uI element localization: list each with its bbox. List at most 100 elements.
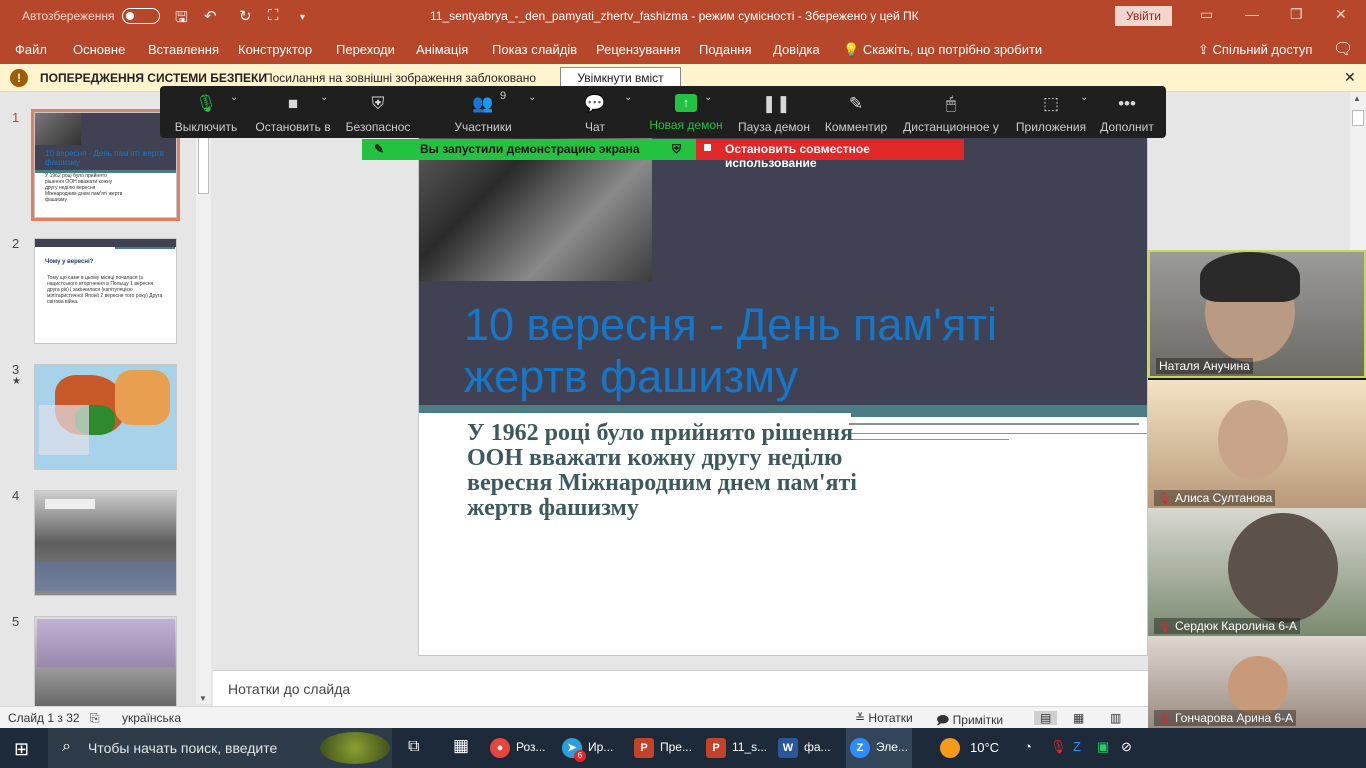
new-share-button[interactable]: ↑ Новая демон ⌄ bbox=[648, 86, 724, 138]
language-label[interactable]: українська bbox=[122, 711, 181, 725]
video-tile[interactable]: Наталя Анучина bbox=[1148, 250, 1366, 378]
tab-design[interactable]: Конструктор bbox=[238, 42, 312, 57]
chevron-down-icon[interactable]: ⌄ bbox=[624, 92, 632, 103]
slide-thumbnail-3[interactable] bbox=[34, 364, 177, 470]
participant-name-row: 🎙 Сердюк Каролина 6-А bbox=[1154, 618, 1301, 634]
network-tray-icon[interactable]: ◔ bbox=[1024, 739, 1032, 754]
tab-file[interactable]: Файл bbox=[15, 42, 47, 57]
windows-start-icon[interactable]: ⊞ bbox=[14, 739, 29, 760]
mute-button[interactable]: 🎙 Выключить ⌄ bbox=[170, 86, 242, 138]
tab-help[interactable]: Довідка bbox=[773, 42, 820, 57]
calculator-icon[interactable]: ▦ bbox=[453, 736, 469, 756]
slide-thumbnail-4[interactable] bbox=[34, 490, 177, 596]
tab-review[interactable]: Рецензування bbox=[596, 42, 681, 57]
slide-number: 3 bbox=[12, 362, 20, 377]
taskbar-app-zoom[interactable]: Z Эле... bbox=[846, 728, 912, 768]
microphone-tray-icon[interactable]: 🎙 bbox=[1050, 739, 1067, 755]
sign-in-button[interactable]: Увійти bbox=[1115, 6, 1172, 26]
slide-scrollbar[interactable]: ▲ bbox=[1350, 92, 1366, 250]
save-icon[interactable]: 🖫 bbox=[175, 7, 188, 32]
participant-name: Сердюк Каролина 6-А bbox=[1174, 619, 1298, 633]
notes-toggle[interactable]: ≚ Нотатки bbox=[855, 711, 913, 725]
taskbar-app-powerpoint-doc[interactable]: P 11_s... bbox=[706, 728, 772, 768]
title-bar: Автозбереження 🖫 ↶ ↻ ⛶ ▾ 11_sentyabrya_-… bbox=[0, 0, 1366, 34]
sorter-view-icon[interactable]: ▦ bbox=[1073, 711, 1084, 725]
app-tray-icon[interactable]: ▣ bbox=[1097, 739, 1109, 755]
tray-app-icon[interactable]: ⊘ bbox=[1121, 739, 1132, 755]
share-button[interactable]: ⇪ Спільний доступ bbox=[1198, 42, 1312, 58]
weather-icon[interactable] bbox=[940, 738, 960, 758]
tell-me-box[interactable]: 💡 Скажіть, що потрібно зробити bbox=[843, 42, 1042, 58]
stop-share-button[interactable]: Остановить совместное использование bbox=[696, 139, 964, 170]
microphone-icon: 🎙 bbox=[195, 94, 217, 113]
word-icon: W bbox=[778, 738, 798, 758]
chevron-down-icon[interactable]: ⌄ bbox=[1080, 92, 1088, 103]
participant-video bbox=[1228, 656, 1288, 716]
taskbar-app-word[interactable]: W фа... bbox=[778, 728, 840, 768]
slide-title[interactable]: 10 вересня - День пам'яті жертв фашизму bbox=[464, 299, 1114, 403]
slide-thumbnail-1[interactable]: 10 вересня - День пам'яті жертв фашизму … bbox=[31, 109, 180, 221]
undo-icon[interactable]: ↶ bbox=[204, 7, 217, 25]
chevron-down-icon[interactable]: ⌄ bbox=[230, 92, 238, 103]
annotate-button[interactable]: ✎ Комментир bbox=[823, 86, 889, 138]
pause-share-button[interactable]: ❚❚ Пауза демон bbox=[736, 86, 812, 138]
spellcheck-icon[interactable]: ⎘ bbox=[90, 711, 100, 726]
security-button[interactable]: ⛨ Безопаснос bbox=[343, 86, 413, 138]
share-icon: ⇪ bbox=[1198, 42, 1209, 57]
close-icon[interactable]: ✕ bbox=[1335, 6, 1347, 23]
redo-icon[interactable]: ↻ bbox=[239, 7, 252, 25]
taskbar-app-telegram[interactable]: ➤ 6 Ир... bbox=[562, 728, 628, 768]
comment-icon[interactable]: 🗨 bbox=[1333, 39, 1353, 59]
stop-video-button[interactable]: ■ Остановить в ⌄ bbox=[254, 86, 332, 138]
taskbar-app-label: Ир... bbox=[588, 740, 614, 754]
notes-toggle-label: Нотатки bbox=[868, 711, 913, 725]
tab-slideshow[interactable]: Показ слайдів bbox=[492, 42, 577, 57]
chat-button[interactable]: 💬 Чат ⌄ bbox=[578, 86, 632, 138]
thumbnail-scrollbar[interactable]: ▼ bbox=[196, 92, 211, 704]
scrollbar-thumb[interactable] bbox=[1352, 110, 1364, 126]
chevron-down-icon[interactable]: ⌄ bbox=[528, 92, 536, 103]
ribbon-display-icon[interactable]: ▭ bbox=[1200, 6, 1213, 23]
zoom-tray-icon[interactable]: Z bbox=[1073, 739, 1081, 754]
video-tile[interactable]: 🎙 Сердюк Каролина 6-А bbox=[1148, 508, 1366, 636]
taskbar-app-chrome[interactable]: ● Роз... bbox=[490, 728, 556, 768]
remote-control-button[interactable]: 🖱 Дистанционное у bbox=[901, 86, 1001, 138]
maximize-icon[interactable]: ❐ bbox=[1290, 6, 1303, 23]
video-tile[interactable]: 🎙 Алиса Султанова bbox=[1148, 380, 1366, 508]
more-button[interactable]: ••• Дополнит bbox=[1098, 86, 1156, 138]
tab-view[interactable]: Подання bbox=[699, 42, 752, 57]
apps-button[interactable]: ⬚ Приложения ⌄ bbox=[1014, 86, 1089, 138]
participants-button[interactable]: 👥 Участники 9 ⌄ bbox=[450, 86, 536, 138]
qat-customize-icon[interactable]: ▾ bbox=[300, 12, 305, 23]
temperature[interactable]: 10°C bbox=[970, 740, 999, 755]
tab-insert[interactable]: Вставлення bbox=[148, 42, 219, 57]
minimize-icon[interactable]: — bbox=[1245, 6, 1259, 22]
reading-view-icon[interactable]: ▥ bbox=[1110, 711, 1121, 725]
new-share-label: Новая демон bbox=[649, 118, 723, 132]
slide-thumbnail-2[interactable]: Чому у вересні? Тому що саме в цьому міс… bbox=[34, 238, 177, 344]
tab-home[interactable]: Основне bbox=[73, 42, 125, 57]
video-tile[interactable]: 🎙 Гончарова Арина 6-А bbox=[1148, 636, 1366, 728]
participants-count: 9 bbox=[500, 90, 507, 102]
tab-transitions[interactable]: Переходи bbox=[336, 42, 395, 57]
present-icon[interactable]: ⛶ bbox=[268, 7, 279, 24]
scroll-up-icon[interactable]: ▲ bbox=[1353, 94, 1361, 103]
participant-hair bbox=[1200, 252, 1300, 302]
close-warning-icon[interactable]: ✕ bbox=[1344, 69, 1356, 86]
scroll-down-icon[interactable]: ▼ bbox=[199, 694, 207, 703]
tab-animations[interactable]: Анімація bbox=[416, 42, 468, 57]
taskbar-app-powerpoint[interactable]: P Пре... bbox=[634, 728, 700, 768]
notes-pane[interactable]: Нотатки до слайда bbox=[213, 670, 1148, 706]
chevron-down-icon[interactable]: ⌄ bbox=[320, 92, 328, 103]
task-view-icon[interactable]: ⧉ bbox=[408, 738, 419, 756]
pin-icon[interactable]: ✎ bbox=[374, 142, 384, 156]
normal-view-icon[interactable]: ▤ bbox=[1034, 711, 1058, 725]
chrome-icon: ● bbox=[490, 738, 510, 758]
slide-body-text[interactable]: У 1962 році було прийнято рішення ООН вв… bbox=[467, 421, 857, 521]
warning-icon: ! bbox=[10, 69, 28, 87]
scrollbar-thumb[interactable] bbox=[198, 132, 209, 194]
current-slide[interactable]: 10 вересня - День пам'яті жертв фашизму … bbox=[418, 92, 1148, 656]
taskbar-app-label: Пре... bbox=[660, 740, 692, 754]
chevron-down-icon[interactable]: ⌄ bbox=[704, 92, 712, 103]
autosave-toggle[interactable] bbox=[122, 8, 160, 24]
